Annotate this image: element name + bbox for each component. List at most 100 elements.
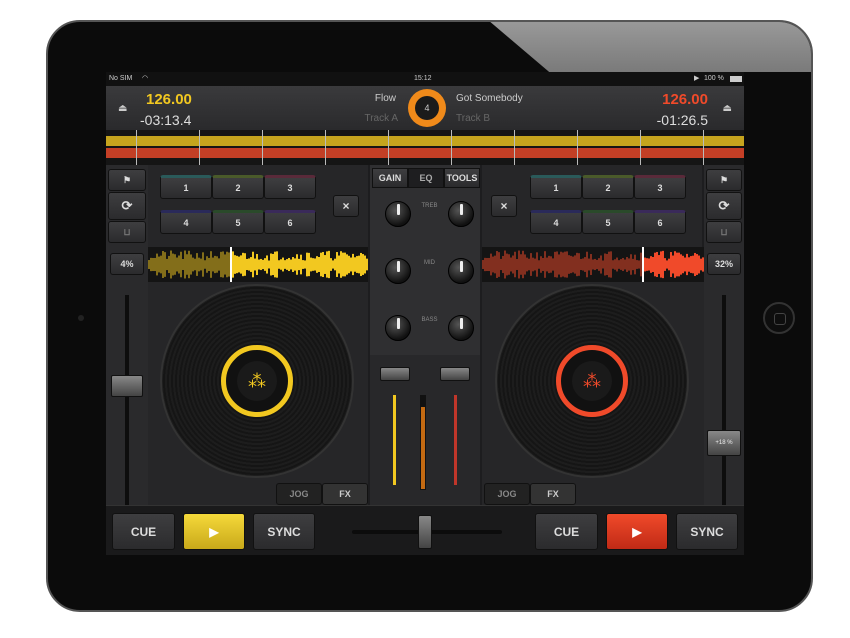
tab-tools[interactable]: TOOLS bbox=[444, 168, 480, 188]
overview-bar bbox=[661, 136, 664, 146]
overview-bar bbox=[274, 136, 277, 146]
eq-mid-a-knob[interactable] bbox=[385, 258, 411, 284]
overview-bar bbox=[724, 148, 727, 158]
overview-bar bbox=[169, 136, 172, 146]
beat-marker bbox=[262, 130, 263, 165]
waveform-bar bbox=[364, 255, 366, 274]
hotcue-a-1[interactable]: 1 bbox=[160, 175, 212, 199]
tab-eq[interactable]: EQ bbox=[408, 168, 444, 188]
eq-treb-b-knob[interactable] bbox=[448, 201, 474, 227]
overview-waveform[interactable] bbox=[106, 130, 744, 165]
pitch-range-b[interactable]: 32% bbox=[707, 253, 741, 275]
channel-fader-b[interactable] bbox=[440, 367, 470, 381]
overview-bar bbox=[334, 148, 337, 158]
overview-bar bbox=[541, 136, 544, 146]
overview-bar bbox=[271, 136, 274, 146]
cue-b-button[interactable]: CUE bbox=[535, 513, 598, 550]
fx-b-button[interactable]: FX bbox=[530, 483, 576, 505]
grid-b-button[interactable]: ⊔ bbox=[706, 221, 742, 243]
overview-bar bbox=[592, 148, 595, 158]
tab-gain[interactable]: GAIN bbox=[372, 168, 408, 188]
deck-a-waveform-graphic bbox=[148, 247, 368, 282]
overview-bar bbox=[376, 148, 379, 158]
overview-bar bbox=[163, 136, 166, 146]
overview-bar bbox=[706, 136, 709, 146]
waveform-bar bbox=[630, 254, 632, 275]
overview-bar bbox=[739, 136, 742, 146]
hotcue-b-3[interactable]: 3 bbox=[634, 175, 686, 199]
overview-bar bbox=[205, 136, 208, 146]
overview-bar bbox=[649, 136, 652, 146]
hotcue-b-5[interactable]: 5 bbox=[582, 210, 634, 234]
hotcue-b-1[interactable]: 1 bbox=[530, 175, 582, 199]
hotcue-b-6[interactable]: 6 bbox=[634, 210, 686, 234]
deck-a-waveform[interactable] bbox=[148, 247, 368, 282]
home-button[interactable] bbox=[763, 302, 795, 334]
eq-mid-b-knob[interactable] bbox=[448, 258, 474, 284]
deck-b-title: Got Somebody bbox=[456, 93, 523, 104]
crossfader[interactable] bbox=[418, 515, 432, 549]
overview-bar bbox=[721, 136, 724, 146]
deck-b-waveform[interactable] bbox=[482, 247, 704, 282]
waveform-bar bbox=[632, 258, 634, 271]
eject-b-icon[interactable]: ⏏ bbox=[723, 103, 732, 114]
overview-bar bbox=[622, 148, 625, 158]
waveform-bar bbox=[258, 259, 260, 270]
loop-b-button[interactable]: ⟳ bbox=[706, 192, 742, 220]
overview-bar bbox=[292, 136, 295, 146]
waveform-bar bbox=[300, 254, 302, 275]
beat-count: 4 bbox=[415, 96, 439, 120]
overview-bar bbox=[244, 148, 247, 158]
jog-a-button[interactable]: JOG bbox=[276, 483, 322, 505]
hotcue-a-4[interactable]: 4 bbox=[160, 210, 212, 234]
platter-b[interactable]: ⁂ bbox=[495, 284, 689, 478]
sync-b-button[interactable]: SYNC bbox=[676, 513, 738, 550]
waveform-bar bbox=[182, 259, 184, 270]
overview-bar bbox=[241, 136, 244, 146]
waveform-bar bbox=[572, 256, 574, 273]
clear-hotcue-a-button[interactable]: × bbox=[333, 195, 359, 217]
eq-bass-a-knob[interactable] bbox=[385, 315, 411, 341]
overview-bar bbox=[310, 136, 313, 146]
overview-bar bbox=[466, 136, 469, 146]
hotcue-a-2[interactable]: 2 bbox=[212, 175, 264, 199]
overview-bar bbox=[400, 136, 403, 146]
jog-b-button[interactable]: JOG bbox=[484, 483, 530, 505]
hotcue-a-5[interactable]: 5 bbox=[212, 210, 264, 234]
sync-a-button[interactable]: SYNC bbox=[253, 513, 315, 550]
eject-a-icon[interactable]: ⏏ bbox=[118, 103, 127, 114]
overview-bar bbox=[268, 136, 271, 146]
hotcue-a-6[interactable]: 6 bbox=[264, 210, 316, 234]
pitch-range-a[interactable]: 4% bbox=[110, 253, 144, 275]
platter-a[interactable]: ⁂ bbox=[160, 284, 354, 478]
fx-a-button[interactable]: FX bbox=[322, 483, 368, 505]
clear-hotcue-b-button[interactable]: × bbox=[491, 195, 517, 217]
overview-bar bbox=[427, 136, 430, 146]
hotcue-b-2[interactable]: 2 bbox=[582, 175, 634, 199]
overview-bar bbox=[400, 148, 403, 158]
eq-bass-b-knob[interactable] bbox=[448, 315, 474, 341]
overview-bar bbox=[124, 136, 127, 146]
cue-a-button[interactable]: CUE bbox=[112, 513, 175, 550]
overview-bar bbox=[364, 148, 367, 158]
grid-a-button[interactable]: ⊔ bbox=[108, 221, 146, 243]
eq-treb-a-knob[interactable] bbox=[385, 201, 411, 227]
channel-fader-a[interactable] bbox=[380, 367, 410, 381]
pitch-fader-a[interactable] bbox=[111, 375, 143, 397]
waveform-bar bbox=[262, 259, 264, 270]
overview-bar bbox=[385, 136, 388, 146]
flag-a-button[interactable]: ⚑ bbox=[108, 169, 146, 191]
overview-bar bbox=[253, 148, 256, 158]
loop-a-button[interactable]: ⟳ bbox=[108, 192, 146, 220]
play-b-button[interactable]: ▶ bbox=[606, 513, 668, 550]
overview-bar bbox=[556, 136, 559, 146]
hotcue-a-3[interactable]: 3 bbox=[264, 175, 316, 199]
flag-b-button[interactable]: ⚑ bbox=[706, 169, 742, 191]
overview-bar bbox=[547, 148, 550, 158]
play-a-button[interactable]: ▶ bbox=[183, 513, 245, 550]
hotcue-b-4[interactable]: 4 bbox=[530, 210, 582, 234]
overview-bar bbox=[190, 136, 193, 146]
overview-bar bbox=[571, 148, 574, 158]
pitch-fader-b[interactable]: +18 % bbox=[707, 430, 741, 456]
waveform-bar bbox=[286, 259, 288, 270]
